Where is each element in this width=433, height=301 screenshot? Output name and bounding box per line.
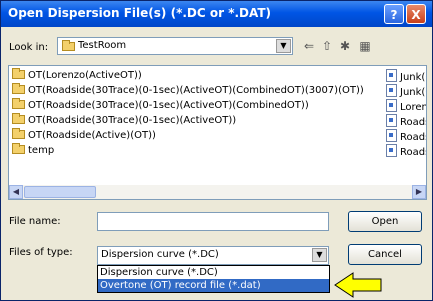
list-item[interactable]: Roads bbox=[386, 144, 426, 158]
list-item[interactable]: Roads bbox=[386, 114, 426, 128]
dropdown-option[interactable]: Dispersion curve (*.DC) bbox=[98, 266, 329, 279]
list-item[interactable]: Lorenz bbox=[386, 99, 426, 113]
file-name-input[interactable] bbox=[97, 212, 329, 231]
file-icon bbox=[386, 84, 397, 97]
files-of-type-value: Dispersion curve (*.DC) bbox=[101, 249, 219, 260]
file-icon bbox=[386, 144, 397, 157]
horizontal-scrollbar[interactable]: ◀ ▶ bbox=[9, 185, 426, 199]
files-of-type-combo[interactable]: Dispersion curve (*.DC) ▼ bbox=[97, 246, 329, 265]
list-item[interactable]: Junk(C bbox=[386, 69, 426, 83]
file-icon bbox=[386, 114, 397, 127]
list-item[interactable]: Roads bbox=[386, 129, 426, 143]
folder-icon bbox=[12, 143, 25, 154]
file-icon bbox=[386, 99, 397, 112]
look-in-value: TestRoom bbox=[78, 40, 127, 51]
pointer-arrow bbox=[334, 272, 382, 298]
list-item[interactable]: OT(Roadside(30Trace)(0-1sec)(ActiveOT)(C… bbox=[12, 98, 309, 113]
folder-icon bbox=[12, 128, 25, 139]
open-file-dialog: Open Dispersion File(s) (*.DC or *.DAT) … bbox=[0, 0, 433, 301]
chevron-down-icon[interactable]: ▼ bbox=[312, 248, 327, 262]
help-button[interactable]: ? bbox=[384, 4, 404, 24]
look-in-label: Look in: bbox=[9, 42, 49, 53]
folder-icon bbox=[62, 40, 75, 51]
file-column: Junk(C Junk(C Lorenz Roads Roads Roads bbox=[386, 69, 426, 164]
list-item[interactable]: OT(Lorenzo(ActiveOT)) bbox=[12, 68, 142, 83]
dialog-title: Open Dispersion File(s) (*.DC or *.DAT) bbox=[8, 6, 272, 20]
file-name-label: File name: bbox=[9, 216, 61, 227]
up-folder-icon[interactable]: ⇧ bbox=[319, 38, 335, 54]
new-folder-icon[interactable]: ✱ bbox=[337, 38, 353, 54]
back-icon[interactable]: ⇐ bbox=[301, 38, 317, 54]
chevron-down-icon[interactable]: ▼ bbox=[276, 39, 291, 53]
folder-icon bbox=[12, 83, 25, 94]
folder-icon bbox=[12, 68, 25, 79]
views-menu-icon[interactable]: ▦ bbox=[357, 38, 373, 54]
look-in-combo[interactable]: TestRoom ▼ bbox=[57, 37, 293, 55]
scroll-thumb[interactable] bbox=[24, 186, 96, 198]
title-bar[interactable]: Open Dispersion File(s) (*.DC or *.DAT) … bbox=[1, 1, 432, 27]
file-icon bbox=[386, 69, 397, 82]
files-of-type-label: Files of type: bbox=[9, 247, 73, 258]
file-list[interactable]: OT(Lorenzo(ActiveOT)) OT(Roadside(30Trac… bbox=[8, 65, 427, 200]
list-item[interactable]: OT(Roadside(30Trace)(0-1sec)(ActiveOT)(C… bbox=[12, 83, 364, 98]
dropdown-option-selected[interactable]: Overtone (OT) record file (*.dat) bbox=[98, 279, 329, 292]
scroll-left-icon[interactable]: ◀ bbox=[9, 185, 23, 199]
folder-icon bbox=[12, 113, 25, 124]
list-item[interactable]: Junk(C bbox=[386, 84, 426, 98]
folder-icon bbox=[12, 98, 25, 109]
list-item[interactable]: OT(Roadside(Active)(OT)) bbox=[12, 128, 156, 143]
cancel-button[interactable]: Cancel bbox=[348, 244, 422, 265]
scroll-right-icon[interactable]: ▶ bbox=[412, 185, 426, 199]
list-item[interactable]: temp bbox=[12, 143, 54, 158]
open-button[interactable]: Open bbox=[348, 211, 422, 232]
file-icon bbox=[386, 129, 397, 142]
files-of-type-dropdown[interactable]: Dispersion curve (*.DC) Overtone (OT) re… bbox=[97, 265, 330, 293]
list-item[interactable]: OT(Roadside(30Trace)(0-1sec)(ActiveOT)) bbox=[12, 113, 236, 128]
close-button[interactable]: X bbox=[406, 4, 426, 24]
